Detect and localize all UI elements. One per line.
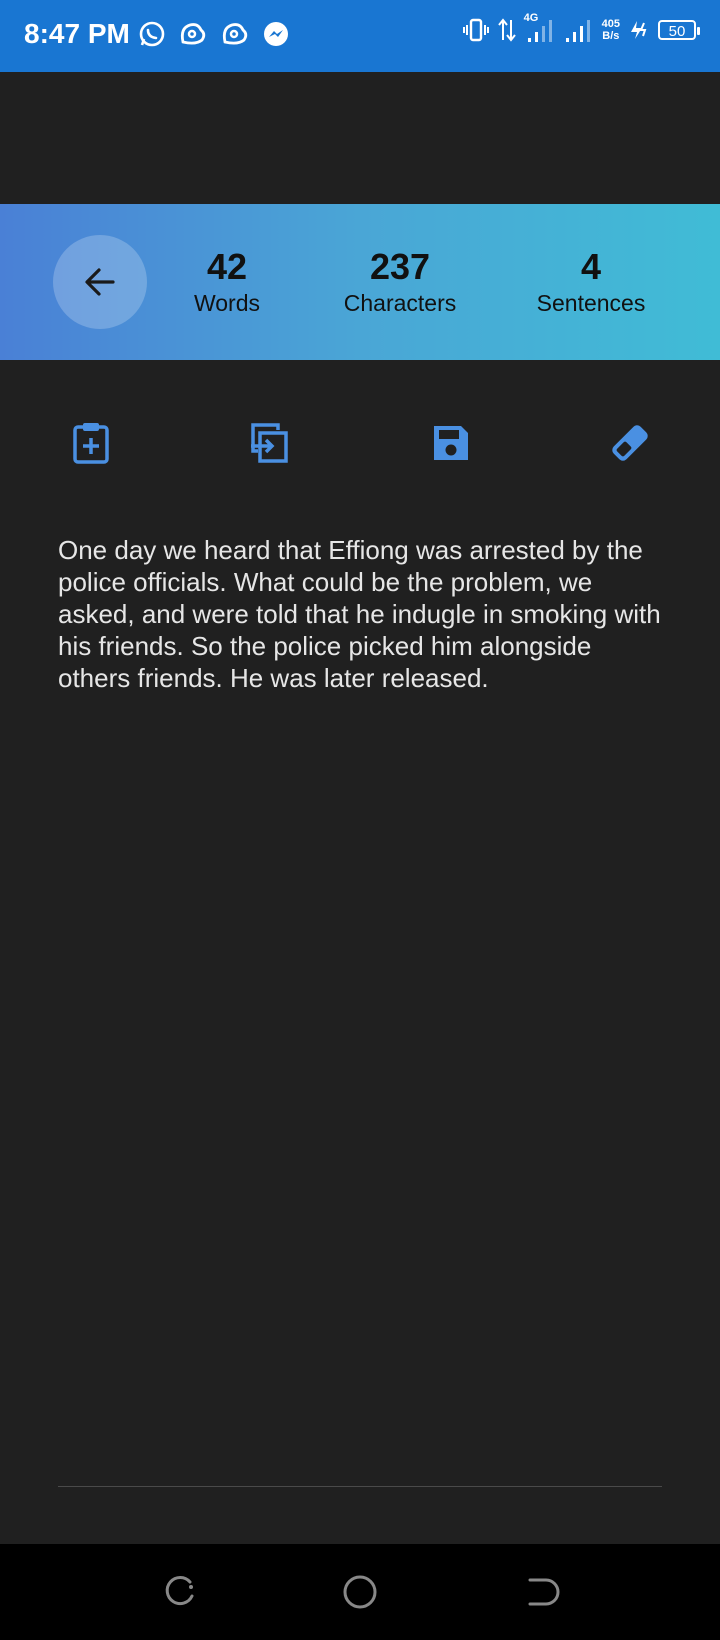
app-notification-icon — [180, 23, 206, 45]
copy-icon — [251, 423, 288, 463]
words-stat: 42 Words — [187, 246, 267, 318]
characters-label: Characters — [343, 290, 457, 316]
home-icon[interactable] — [340, 1572, 380, 1612]
vibrate-icon — [462, 18, 489, 42]
navigation-bar — [0, 1544, 720, 1640]
characters-stat: 237 Characters — [330, 246, 470, 318]
data-arrows-icon — [497, 18, 516, 42]
signal-icon — [527, 20, 552, 42]
save-icon — [434, 426, 468, 460]
net-speed: 405 B/s — [602, 18, 620, 42]
sentences-count: 4 — [580, 246, 602, 287]
back-button[interactable] — [53, 235, 147, 329]
paste-icon — [73, 423, 109, 464]
status-right-icons: 4G 405 B/s 50 — [462, 12, 700, 44]
messenger-icon — [264, 22, 288, 46]
charging-icon — [631, 21, 647, 39]
text-content[interactable]: One day we heard that Effiong was arrest… — [58, 534, 668, 694]
words-count: 42 — [206, 246, 248, 287]
notification-icons — [138, 20, 290, 48]
characters-count: 237 — [369, 246, 431, 287]
arrow-left-icon — [85, 268, 115, 296]
signal-icon-2 — [565, 20, 590, 42]
net-speed-value: 405 — [601, 18, 620, 30]
signal-1: 4G — [524, 12, 556, 44]
battery-indicator: 50 — [658, 20, 700, 40]
save-button[interactable] — [426, 418, 476, 468]
recent-apps-icon[interactable] — [160, 1572, 200, 1612]
app-notification-icon-2 — [222, 23, 248, 45]
divider — [58, 1486, 662, 1487]
sentences-stat: 4 Sentences — [531, 246, 651, 318]
net-speed-unit: B/s — [602, 30, 620, 42]
copy-button[interactable] — [244, 418, 294, 468]
back-nav-icon[interactable] — [520, 1572, 560, 1612]
paste-button[interactable] — [66, 418, 116, 468]
eraser-icon — [612, 425, 648, 461]
sentences-label: Sentences — [536, 290, 646, 316]
clear-button[interactable] — [605, 418, 655, 468]
status-bar: 8:47 PM 4G 405 B/s 50 — [0, 0, 720, 72]
status-time: 8:47 PM — [24, 18, 130, 49]
words-label: Words — [193, 290, 261, 316]
toolbar — [0, 412, 720, 472]
stats-bar: 42 Words 237 Characters 4 Sentences — [0, 204, 720, 360]
whatsapp-icon — [139, 21, 165, 47]
